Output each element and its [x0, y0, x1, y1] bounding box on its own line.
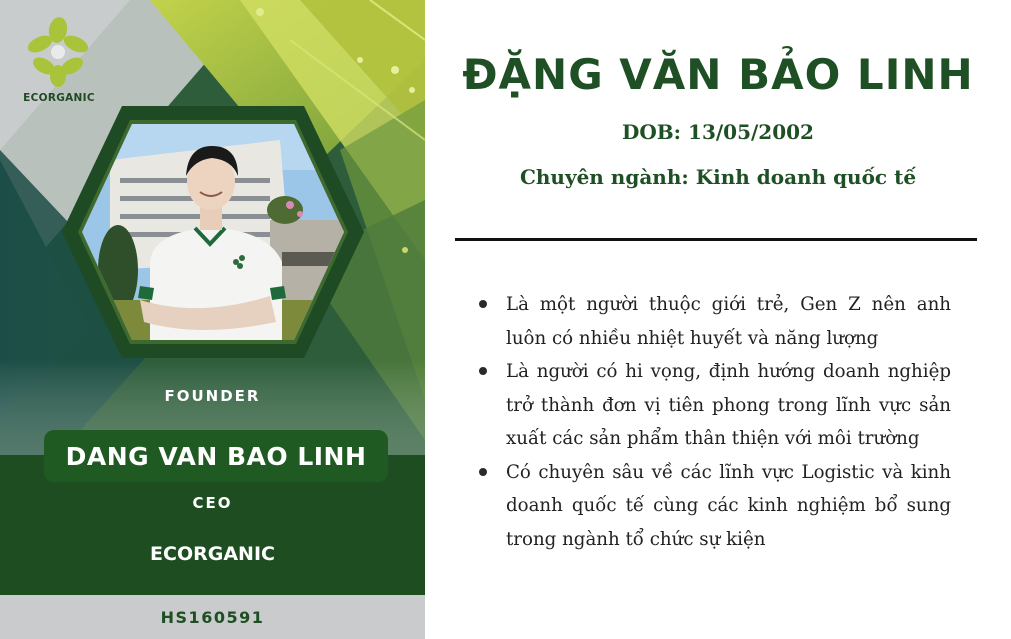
profile-title: ĐẶNG VĂN BẢO LINH [462, 50, 974, 99]
bio-list: Là một người thuộc giới trẻ, Gen Z nên a… [477, 288, 951, 556]
list-item-text: Là một người thuộc giới trẻ, Gen Z nên a… [506, 294, 951, 349]
list-item: Là một người thuộc giới trẻ, Gen Z nên a… [477, 288, 951, 355]
ecorganic-logo: ECORGANIC [18, 16, 100, 108]
card-name: DANG VAN BAO LINH [65, 441, 367, 471]
bullet-dot-icon [479, 367, 487, 375]
company-name: ECORGANIC [150, 543, 275, 565]
divider [455, 238, 977, 241]
list-item-text: Là người có hi vọng, định hướng doanh ng… [506, 361, 951, 449]
date-of-birth: DOB: 13/05/2002 [622, 120, 814, 144]
student-id: HS160591 [160, 607, 265, 627]
role-label: CEO [192, 494, 233, 512]
bullet-dot-icon [479, 300, 487, 308]
student-id-bar: HS160591 [0, 595, 425, 639]
position-label: FOUNDER [164, 387, 261, 405]
list-item-text: Có chuyên sâu về các lĩnh vực Logistic v… [506, 461, 951, 550]
list-item: Là người có hi vọng, định hướng doanh ng… [477, 355, 951, 456]
name-badge: DANG VAN BAO LINH [44, 430, 388, 482]
portrait-image [82, 124, 344, 340]
logo-text: ECORGANIC [23, 92, 95, 104]
leaf-logo-icon [27, 17, 89, 87]
photo-sign [282, 252, 338, 266]
major: Chuyên ngành: Kinh doanh quốc tế [519, 165, 917, 189]
profile-photo [60, 106, 370, 363]
profile-card: ECORGANIC FOUNDER DANG VAN BAO LINH CEO … [0, 0, 425, 639]
list-item: Có chuyên sâu về các lĩnh vực Logistic v… [477, 456, 951, 557]
bullet-dot-icon [479, 467, 487, 476]
